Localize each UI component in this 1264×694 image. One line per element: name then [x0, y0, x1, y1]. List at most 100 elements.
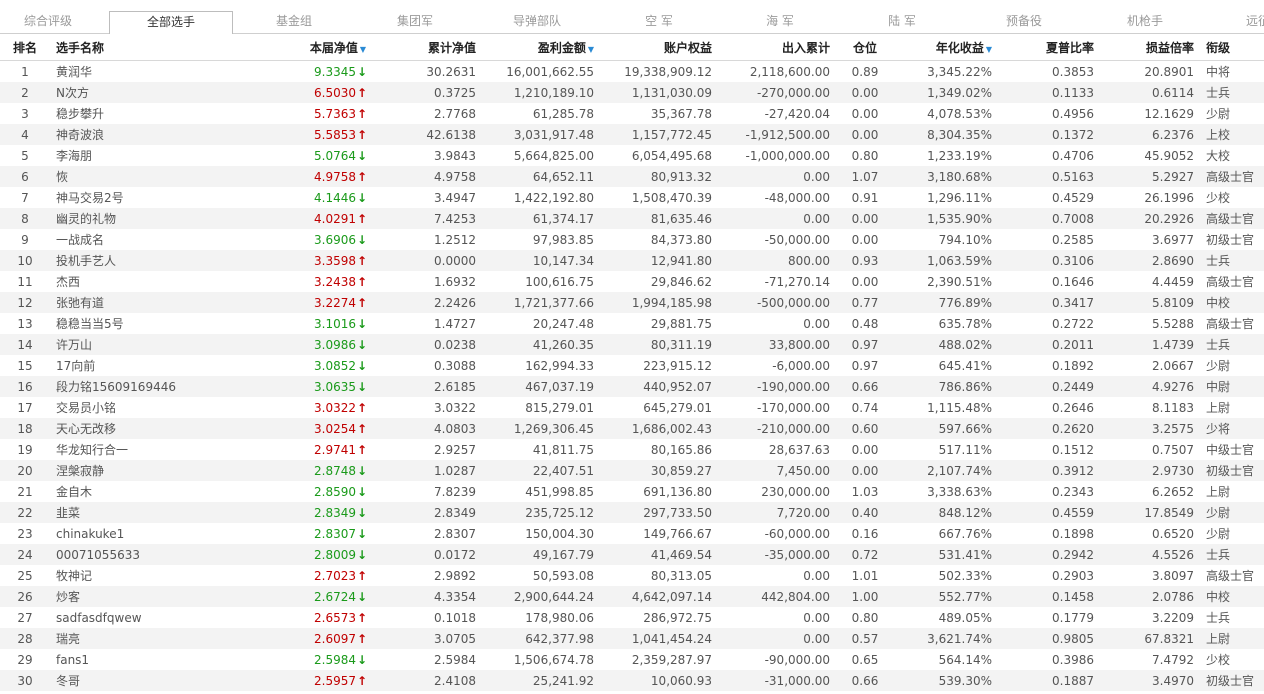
table-row[interactable]: 13 稳稳当当5号 3.1016↓ 1.4727 20,247.48 29,881.75 0… — [0, 313, 1264, 334]
table-row[interactable]: 5 李海朋 5.0764↓ 3.9843 5,664,825.00 6,054,495.6… — [0, 145, 1264, 166]
tab-air-force[interactable]: 空 军 — [645, 11, 673, 33]
tab-fund-group[interactable]: 基金组 — [276, 11, 312, 33]
tab-machine-gunner[interactable]: 机枪手 — [1127, 11, 1163, 33]
player-name-link[interactable]: 黄润华 — [50, 60, 230, 82]
table-row[interactable]: 29 fans1 2.5984↓ 2.5984 1,506,674.78 2,359,28… — [0, 649, 1264, 670]
player-name-link[interactable]: chinakuke1 — [50, 523, 230, 544]
tab-reserve[interactable]: 预备役 — [1006, 11, 1042, 33]
player-name-link[interactable]: 牧神记 — [50, 565, 230, 586]
player-name-link[interactable]: 金自木 — [50, 481, 230, 502]
table-row[interactable]: 6 恢 4.9758↑ 4.9758 64,652.11 80,913.32 0.00 1.0… — [0, 166, 1264, 187]
player-name-link[interactable]: 幽灵的礼物 — [50, 208, 230, 229]
table-row[interactable]: 16 段力铭15609169446 3.0635↓ 2.6185 467,037.19 4… — [0, 376, 1264, 397]
player-name-link[interactable]: 交易员小铭 — [50, 397, 230, 418]
table-row[interactable]: 1 黄润华 9.3345↓ 30.2631 16,001,662.55 19,338,90… — [0, 60, 1264, 82]
profit-cell: 150,004.30 — [482, 523, 600, 544]
table-row[interactable]: 27 sadfasdfqwew 2.6573↑ 0.1018 178,980.06 286… — [0, 607, 1264, 628]
player-name-link[interactable]: 张弛有道 — [50, 292, 230, 313]
table-row[interactable]: 17 交易员小铭 3.0322↑ 3.0322 815,279.01 645,279.01… — [0, 397, 1264, 418]
player-name-link[interactable]: N次方 — [50, 82, 230, 103]
player-name-link[interactable]: 冬哥 — [50, 670, 230, 691]
player-name-link[interactable]: 天心无改移 — [50, 418, 230, 439]
profit-cell: 61,374.17 — [482, 208, 600, 229]
table-row[interactable]: 18 天心无改移 3.0254↑ 4.0803 1,269,306.45 1,686,00… — [0, 418, 1264, 439]
player-name-link[interactable]: 瑞亮 — [50, 628, 230, 649]
arrow-up-icon: ↑ — [357, 400, 368, 415]
pl-ratio-cell: 0.7507 — [1100, 439, 1200, 460]
player-name-link[interactable]: 稳步攀升 — [50, 103, 230, 124]
col-header-annual[interactable]: 年化收益 ▼ — [894, 34, 998, 61]
tab-navy[interactable]: 海 军 — [766, 11, 794, 33]
position-cell: 0.66 — [836, 670, 894, 691]
arrow-up-icon: ↑ — [357, 274, 368, 289]
cum-nav-cell: 1.6932 — [372, 271, 482, 292]
player-name-link[interactable]: 炒客 — [50, 586, 230, 607]
nav-value: 3.0254 — [314, 421, 356, 436]
sort-down-triangle-icon[interactable]: ▼ — [360, 45, 366, 54]
rank-title-cell: 中级士官 — [1200, 439, 1264, 460]
sharpe-cell: 0.4706 — [998, 145, 1100, 166]
player-name-link[interactable]: fans1 — [50, 649, 230, 670]
sharpe-cell: 0.1458 — [998, 586, 1100, 607]
table-row[interactable]: 7 神马交易2号 4.1446↓ 3.4947 1,422,192.80 1,508,47… — [0, 187, 1264, 208]
table-row[interactable]: 26 炒客 2.6724↓ 4.3354 2,900,644.24 4,642,097.1… — [0, 586, 1264, 607]
player-name-link[interactable]: 许万山 — [50, 334, 230, 355]
sharpe-cell: 0.4956 — [998, 103, 1100, 124]
table-row[interactable]: 10 投机手艺人 3.3598↑ 0.0000 10,147.34 12,941.80 80… — [0, 250, 1264, 271]
tab-all-players[interactable]: 全部选手 — [109, 11, 233, 35]
tab-expedition[interactable]: 远征 — [1246, 11, 1264, 33]
table-row[interactable]: 30 冬哥 2.5957↑ 2.4108 25,241.92 10,060.93 -31,0… — [0, 670, 1264, 691]
table-row[interactable]: 4 神奇波浪 5.5853↑ 42.6138 3,031,917.48 1,157,772… — [0, 124, 1264, 145]
col-header-cum-nav: 累计净值 — [372, 34, 482, 61]
player-name-link[interactable]: 稳稳当当5号 — [50, 313, 230, 334]
player-name-link[interactable]: 神奇波浪 — [50, 124, 230, 145]
table-row[interactable]: 25 牧神记 2.7023↑ 2.9892 50,593.08 80,313.05 0.00… — [0, 565, 1264, 586]
player-name-link[interactable]: 恢 — [50, 166, 230, 187]
table-row[interactable]: 11 杰西 3.2438↑ 1.6932 100,616.75 29,846.62 -71,… — [0, 271, 1264, 292]
player-name-link[interactable]: 华龙知行合一 — [50, 439, 230, 460]
table-row[interactable]: 8 幽灵的礼物 4.0291↑ 7.4253 61,374.17 81,635.46 0.0… — [0, 208, 1264, 229]
sort-down-triangle-icon[interactable]: ▼ — [588, 45, 594, 54]
sharpe-cell: 0.1779 — [998, 607, 1100, 628]
table-row[interactable]: 23 chinakuke1 2.8307↓ 2.8307 150,004.30 149,7… — [0, 523, 1264, 544]
position-cell: 0.00 — [836, 439, 894, 460]
player-name-link[interactable]: 李海朋 — [50, 145, 230, 166]
annual-return-cell: 635.78% — [894, 313, 998, 334]
table-row[interactable]: 22 韭菜 2.8349↓ 2.8349 235,725.12 297,733.50 7,7… — [0, 502, 1264, 523]
rank-title-cell: 初级士官 — [1200, 670, 1264, 691]
table-row[interactable]: 19 华龙知行合一 2.9741↑ 2.9257 41,811.75 80,165.86 2… — [0, 439, 1264, 460]
table-row[interactable]: 2 N次方 6.5030↑ 0.3725 1,210,189.10 1,131,030.0… — [0, 82, 1264, 103]
table-row[interactable]: 14 许万山 3.0986↓ 0.0238 41,260.35 80,311.19 33,8… — [0, 334, 1264, 355]
tab-army[interactable]: 陆 军 — [888, 11, 916, 33]
player-name-link[interactable]: 韭菜 — [50, 502, 230, 523]
table-row[interactable]: 24 00071055633 2.8009↓ 0.0172 49,167.79 41,46… — [0, 544, 1264, 565]
player-name-link[interactable]: 00071055633 — [50, 544, 230, 565]
rank-cell: 25 — [0, 565, 50, 586]
tab-missile-force[interactable]: 导弹部队 — [513, 11, 561, 33]
player-name-link[interactable]: 投机手艺人 — [50, 250, 230, 271]
player-name-link[interactable]: 17向前 — [50, 355, 230, 376]
table-row[interactable]: 28 瑞亮 2.6097↑ 3.0705 642,377.98 1,041,454.24 0… — [0, 628, 1264, 649]
table-row[interactable]: 21 金自木 2.8590↓ 7.8239 451,998.85 691,136.80 23… — [0, 481, 1264, 502]
player-name-link[interactable]: 杰西 — [50, 271, 230, 292]
player-name-link[interactable]: 涅槃寂静 — [50, 460, 230, 481]
table-row[interactable]: 3 稳步攀升 5.7363↑ 2.7768 61,285.78 35,367.78 -27,… — [0, 103, 1264, 124]
table-row[interactable]: 15 17向前 3.0852↓ 0.3088 162,994.33 223,915.12-… — [0, 355, 1264, 376]
player-name-link[interactable]: 一战成名 — [50, 229, 230, 250]
player-name-link[interactable]: sadfasdfqwew — [50, 607, 230, 628]
cum-nav-cell: 42.6138 — [372, 124, 482, 145]
player-name-link[interactable]: 段力铭15609169446 — [50, 376, 230, 397]
tab-group-army[interactable]: 集团军 — [397, 11, 433, 33]
table-row[interactable]: 12 张弛有道 3.2274↑ 2.2426 1,721,377.66 1,994,185… — [0, 292, 1264, 313]
table-row[interactable]: 20 涅槃寂静 2.8748↓ 1.0287 22,407.51 30,859.27 7,4… — [0, 460, 1264, 481]
col-header-nav[interactable]: 本届净值 ▼ — [230, 34, 372, 61]
col-header-profit[interactable]: 盈利金额 ▼ — [482, 34, 600, 61]
position-cell: 0.00 — [836, 271, 894, 292]
nav-value: 2.9741 — [314, 442, 356, 457]
table-row[interactable]: 9 一战成名 3.6906↓ 1.2512 97,983.85 84,373.80 -50,… — [0, 229, 1264, 250]
player-name-link[interactable]: 神马交易2号 — [50, 187, 230, 208]
sort-down-triangle-icon[interactable]: ▼ — [986, 45, 992, 54]
tab-overall-rating[interactable]: 综合评级 — [24, 11, 72, 33]
nav-cell: 2.5984↓ — [230, 649, 372, 670]
rank-cell: 24 — [0, 544, 50, 565]
